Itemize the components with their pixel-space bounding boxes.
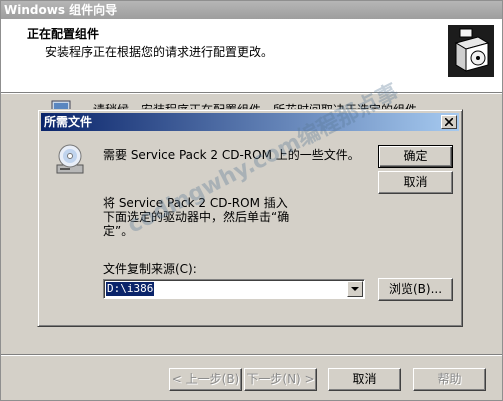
footer-divider	[1, 354, 502, 356]
dialog-cancel-button[interactable]: 取消	[378, 171, 453, 194]
copy-source-combobox[interactable]: D:\i386	[103, 279, 365, 299]
wizard-header: 正在配置组件 安装程序正在根据您的请求进行配置更改。	[1, 19, 502, 92]
dialog-title: 所需文件	[44, 115, 93, 129]
header-subtitle: 安装程序正在根据您的请求进行配置更改。	[45, 45, 274, 59]
close-icon	[445, 118, 453, 126]
header-divider	[1, 92, 502, 94]
dialog-instruction: 将 Service Pack 2 CD-ROM 插入下面选定的驱动器中，然后单击…	[103, 196, 290, 238]
next-button[interactable]: 下一步(N) >	[244, 368, 317, 391]
browse-button[interactable]: 浏览(B)...	[378, 278, 453, 301]
wizard-window: Windows 组件向导 正在配置组件 安装程序正在根据您的请求进行配置更改。 …	[0, 0, 503, 401]
close-button[interactable]	[441, 115, 457, 129]
window-titlebar[interactable]: Windows 组件向导	[1, 1, 502, 19]
window-title: Windows 组件向导	[4, 3, 118, 17]
dialog-titlebar[interactable]: 所需文件	[41, 113, 459, 131]
copy-source-label: 文件复制来源(C):	[103, 262, 197, 276]
required-files-dialog: 所需文件 需要 Service Pack 2 CD-ROM 上的一些文件。 将 …	[37, 109, 463, 327]
ok-button[interactable]: 确定	[378, 145, 453, 168]
dialog-message: 需要 Service Pack 2 CD-ROM 上的一些文件。	[103, 148, 360, 162]
cancel-button[interactable]: 取消	[328, 368, 401, 391]
cd-drive-icon	[53, 143, 87, 177]
combobox-dropdown-button[interactable]	[347, 281, 363, 297]
setup-box-icon	[448, 25, 494, 77]
copy-source-value[interactable]: D:\i386	[106, 282, 155, 296]
header-title: 正在配置组件	[27, 27, 100, 41]
back-button[interactable]: < 上一步(B)	[169, 368, 242, 391]
help-button[interactable]: 帮助	[413, 368, 486, 391]
dropdown-arrow-icon	[351, 287, 359, 291]
